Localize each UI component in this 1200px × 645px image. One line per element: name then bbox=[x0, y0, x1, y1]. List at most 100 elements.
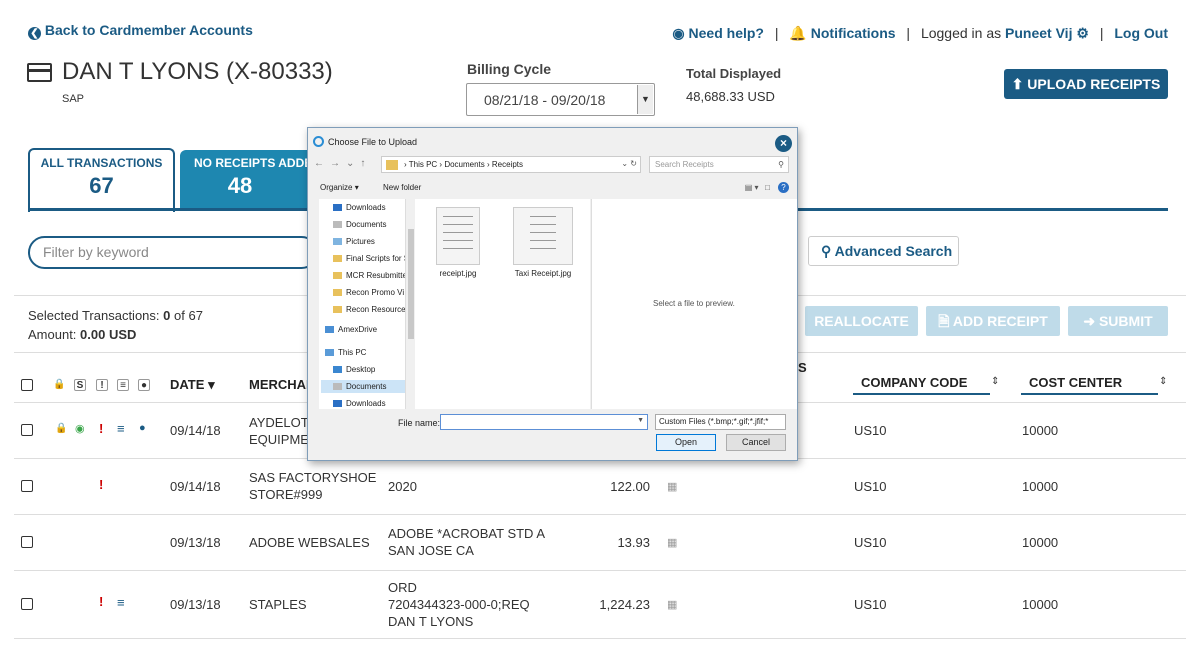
caret-down-icon: ▾ bbox=[208, 377, 215, 392]
breadcrumb-item[interactable]: Receipts bbox=[492, 160, 523, 169]
file-name-input[interactable]: ▼ bbox=[440, 414, 648, 430]
tree-item-this-pc[interactable]: This PC bbox=[325, 348, 411, 357]
user-name: Puneet Vij bbox=[1005, 25, 1073, 41]
sort-icon[interactable]: ⇕ bbox=[1159, 376, 1167, 387]
filter-keyword-input[interactable]: Filter by keyword bbox=[28, 236, 318, 269]
row-merchant: STORE#999 bbox=[249, 487, 323, 502]
row-description: ADOBE *ACROBAT STD A bbox=[388, 526, 546, 541]
row-checkbox[interactable] bbox=[21, 598, 33, 610]
row-divider bbox=[14, 570, 1186, 571]
document-icon[interactable]: ▦ bbox=[667, 598, 677, 611]
row-description: 7204344323-000-0;REQ bbox=[388, 597, 530, 612]
breadcrumb: › This PC › Documents › Receipts bbox=[404, 160, 524, 169]
column-date[interactable]: DATE ▾ bbox=[170, 377, 215, 393]
scroll-thumb[interactable] bbox=[408, 229, 414, 339]
new-folder-button[interactable]: New folder bbox=[383, 183, 421, 192]
list-icon: ≡ bbox=[117, 595, 125, 610]
document-icon[interactable]: ▦ bbox=[667, 536, 677, 549]
breadcrumb-item[interactable]: Documents bbox=[444, 160, 484, 169]
computer-icon bbox=[325, 349, 334, 356]
billing-cycle-select[interactable]: 08/21/18 - 09/20/18 ▼ bbox=[466, 83, 655, 116]
arrow-left-icon: ❮ bbox=[28, 27, 41, 40]
nav-arrows[interactable]: ←→⌄↑ bbox=[314, 158, 371, 169]
notifications-label: Notifications bbox=[810, 25, 896, 41]
thumbnail-line bbox=[443, 216, 473, 217]
column-underline bbox=[853, 393, 990, 395]
address-bar[interactable]: › This PC › Documents › Receipts ⌄ ↻ bbox=[381, 156, 641, 173]
receipt-thumbnail-icon bbox=[436, 207, 480, 265]
open-button[interactable]: Open bbox=[656, 434, 716, 451]
view-options[interactable]: ▤ ▾ □? bbox=[745, 182, 789, 193]
document-icon: 🗎 bbox=[938, 313, 950, 329]
select-all-checkbox[interactable] bbox=[21, 379, 33, 391]
advanced-search-button[interactable]: ⚲ Advanced Search bbox=[808, 236, 959, 266]
chevron-down-icon[interactable]: ▼ bbox=[637, 417, 644, 424]
submit-button[interactable]: ➜ SUBMIT bbox=[1068, 306, 1168, 336]
tree-scrollbar[interactable] bbox=[405, 199, 415, 409]
column-partial: S bbox=[798, 360, 807, 375]
notifications-link[interactable]: 🔔 Notifications bbox=[789, 25, 895, 41]
preview-pane: Select a file to preview. bbox=[591, 199, 797, 409]
user-menu[interactable]: Puneet Vij ⚙ bbox=[1005, 25, 1089, 41]
organize-menu[interactable]: Organize ▾ bbox=[320, 183, 359, 192]
total-displayed-value: 48,688.33 USD bbox=[686, 89, 775, 104]
column-company-code[interactable]: COMPANY CODE bbox=[861, 375, 967, 390]
file-item[interactable]: Taxi Receipt.jpg bbox=[513, 207, 573, 278]
row-checkbox[interactable] bbox=[21, 480, 33, 492]
cancel-button[interactable]: Cancel bbox=[726, 434, 786, 451]
close-icon[interactable]: × bbox=[775, 135, 792, 152]
file-item[interactable]: receipt.jpg bbox=[436, 207, 480, 278]
sort-icon[interactable]: ⇕ bbox=[991, 376, 999, 387]
add-receipt-button[interactable]: 🗎 ADD RECEIPT bbox=[926, 306, 1060, 336]
tree-item-label: Recon Resource bbox=[346, 305, 406, 314]
view-icon[interactable]: ▤ ▾ bbox=[745, 183, 759, 192]
upload-receipts-button[interactable]: ⬆ UPLOAD RECEIPTS bbox=[1004, 69, 1168, 99]
need-help-link[interactable]: ◉ Need help? bbox=[672, 25, 764, 41]
row-description: DAN T LYONS bbox=[388, 614, 474, 629]
folder-icon bbox=[333, 289, 342, 296]
column-cost-center[interactable]: COST CENTER bbox=[1029, 375, 1122, 390]
folder-icon bbox=[333, 306, 342, 313]
tree-item-documents-selected[interactable]: Documents bbox=[321, 380, 413, 393]
selected-of: of 67 bbox=[174, 308, 203, 323]
logout-link[interactable]: Log Out bbox=[1114, 25, 1168, 41]
row-description: ORD bbox=[388, 580, 417, 595]
file-name: receipt.jpg bbox=[439, 269, 477, 278]
row-checkbox[interactable] bbox=[21, 424, 33, 436]
row-date: 09/14/18 bbox=[170, 479, 221, 494]
alert-icon: ! bbox=[99, 421, 104, 436]
breadcrumb-item[interactable]: This PC bbox=[409, 160, 437, 169]
row-cost-center: 10000 bbox=[1022, 479, 1059, 494]
status-s-icon: S bbox=[74, 379, 86, 391]
reallocate-button[interactable]: REALLOCATE bbox=[805, 306, 918, 336]
document-icon[interactable]: ▦ bbox=[667, 480, 677, 493]
dialog-title: Choose File to Upload bbox=[328, 137, 418, 147]
file-type-select[interactable]: Custom Files (*.bmp;*.gif;*.jfif;* bbox=[655, 414, 786, 430]
thumbnail-line bbox=[443, 224, 473, 225]
row-checkbox[interactable] bbox=[21, 536, 33, 548]
row-company-code: US10 bbox=[854, 597, 887, 612]
dialog-search-input[interactable]: Search Receipts ⚲ bbox=[649, 156, 789, 173]
alert-icon: ! bbox=[96, 379, 108, 391]
eye-icon: ◉ bbox=[75, 423, 85, 435]
preview-pane-icon[interactable]: □ bbox=[765, 183, 770, 192]
tree-item-label: This PC bbox=[338, 348, 367, 357]
help-icon[interactable]: ? bbox=[778, 182, 789, 193]
tree-item-amexdrive[interactable]: AmexDrive bbox=[325, 325, 411, 334]
refresh-icon[interactable]: ⌄ ↻ bbox=[621, 159, 637, 168]
thumbnail-line bbox=[443, 248, 473, 249]
folder-icon bbox=[333, 255, 342, 262]
share-arrow-icon: ➜ bbox=[1083, 313, 1096, 329]
thumbnail-line bbox=[530, 240, 556, 241]
row-company-code: US10 bbox=[854, 535, 887, 550]
bell-icon: 🔔 bbox=[789, 25, 807, 41]
row-merchant: ADOBE WEBSALES bbox=[249, 535, 370, 550]
column-date-label: DATE bbox=[170, 377, 205, 392]
upload-receipts-label: UPLOAD RECEIPTS bbox=[1027, 76, 1161, 92]
tree-item-label: Pictures bbox=[346, 237, 375, 246]
amount-label: Amount: bbox=[28, 327, 77, 342]
row-amount: 122.00 bbox=[610, 479, 650, 494]
account-subtitle: SAP bbox=[62, 93, 85, 105]
file-type-value: Custom Files (*.bmp;*.gif;*.jfif;* bbox=[659, 417, 769, 426]
back-to-accounts-link[interactable]: ❮ Back to Cardmember Accounts bbox=[28, 22, 253, 40]
